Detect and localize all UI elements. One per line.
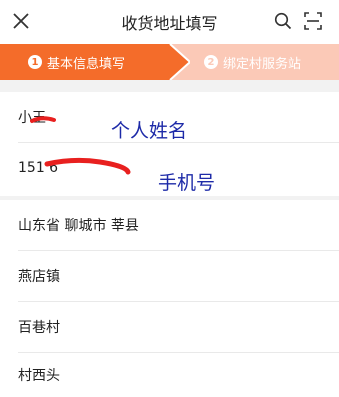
scan-icon[interactable] bbox=[304, 12, 322, 30]
search-icon[interactable] bbox=[274, 12, 292, 30]
step-bind-station[interactable]: 2 绑定村服务站 bbox=[204, 44, 301, 80]
village-field[interactable]: 百巷村 bbox=[18, 317, 60, 337]
phone-redaction-mark bbox=[44, 157, 131, 175]
name-annotation: 个人姓名 bbox=[111, 120, 188, 142]
town-field[interactable]: 燕店镇 bbox=[18, 266, 60, 286]
step-basic-info[interactable]: 1 基本信息填写 bbox=[28, 44, 125, 80]
step-label-1: 基本信息填写 bbox=[47, 56, 126, 72]
detail-address-row[interactable]: 村西头 bbox=[0, 353, 339, 397]
step-label-2: 绑定村服务站 bbox=[223, 56, 302, 72]
region-field[interactable]: 山东省 聊城市 莘县 bbox=[18, 215, 139, 235]
page-title: 收货地址填写 bbox=[121, 14, 218, 33]
village-field-row[interactable]: 百巷村 bbox=[0, 302, 339, 352]
close-icon[interactable] bbox=[12, 12, 30, 30]
step-number-1: 1 bbox=[28, 55, 42, 69]
header-bar: 收货地址填写 bbox=[0, 0, 339, 44]
name-redaction-mark bbox=[30, 116, 56, 123]
region-field-row[interactable]: 山东省 聊城市 莘县 bbox=[0, 200, 339, 250]
detail-address-field[interactable]: 村西头 bbox=[18, 365, 60, 385]
address-group: 山东省 聊城市 莘县 燕店镇 百巷村 村西头 bbox=[0, 200, 339, 397]
town-field-row[interactable]: 燕店镇 bbox=[0, 251, 339, 301]
phone-annotation: 手机号 bbox=[158, 172, 216, 194]
step-progress-bar: 1 基本信息填写 2 绑定村服务站 bbox=[0, 44, 339, 80]
step-number-2: 2 bbox=[204, 55, 218, 69]
